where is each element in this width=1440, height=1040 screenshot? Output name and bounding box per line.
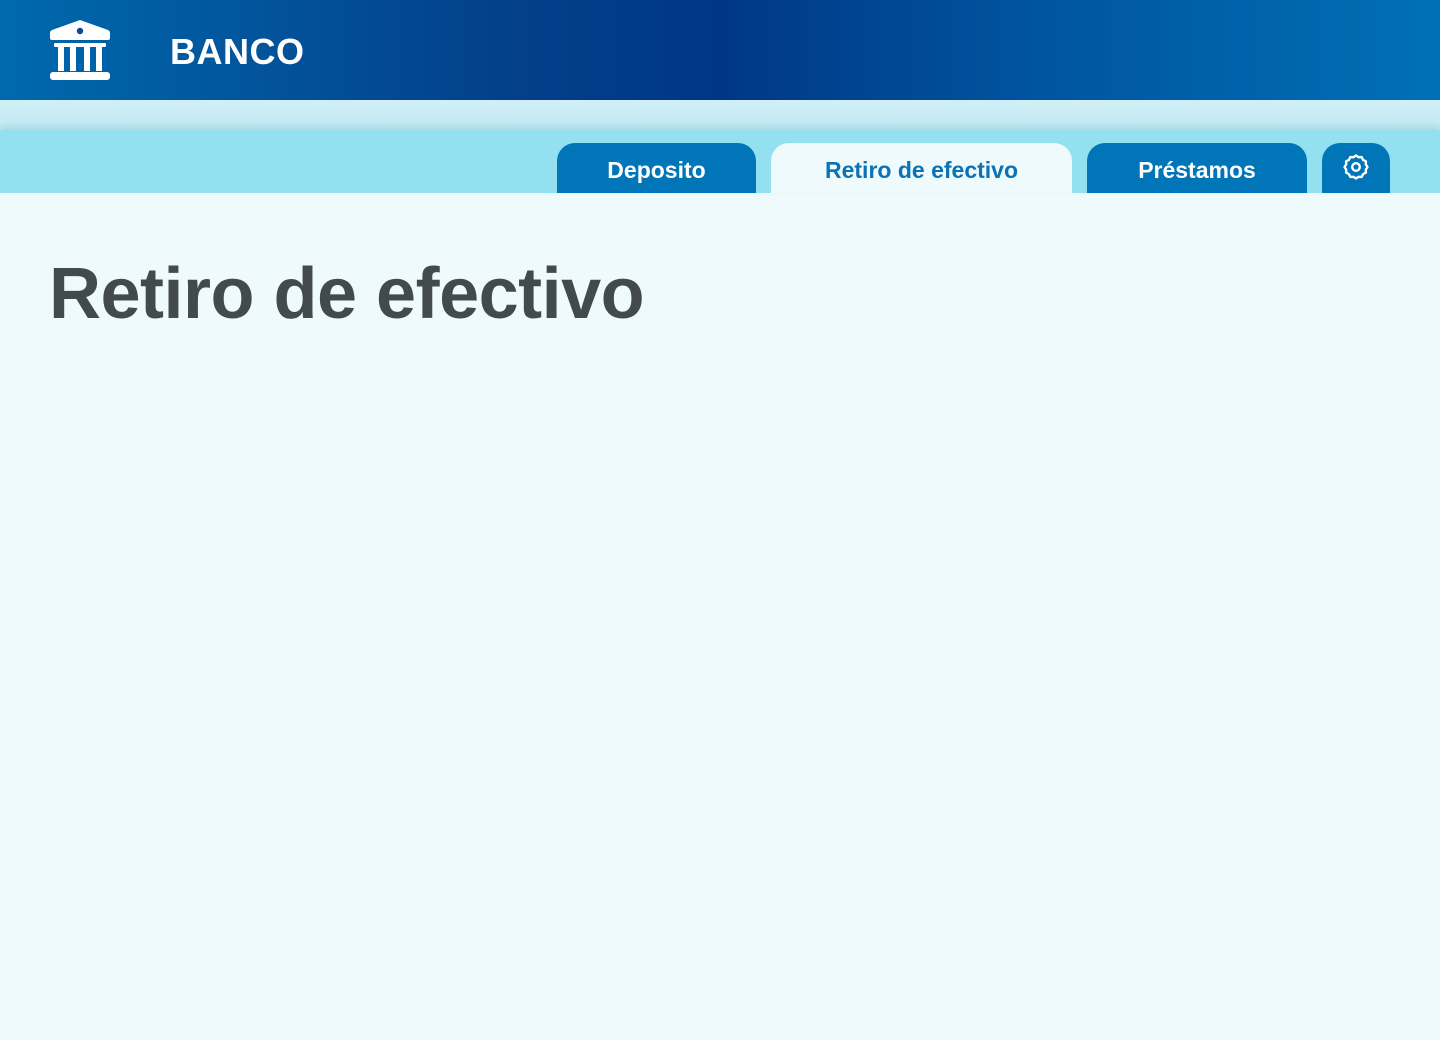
app-root: BANCO Deposito Retiro de efectivo Présta… <box>0 0 1440 1040</box>
tab-label: Préstamos <box>1138 156 1256 183</box>
settings-button[interactable] <box>1322 143 1390 193</box>
bank-building-icon[interactable] <box>50 20 110 80</box>
header-band <box>0 100 1440 130</box>
app-header: BANCO <box>0 0 1440 100</box>
page-title: Retiro de efectivo <box>49 254 645 334</box>
tab-label: Retiro de efectivo <box>825 156 1018 183</box>
tab-label: Deposito <box>607 156 706 183</box>
brand-name: BANCO <box>170 31 305 72</box>
main-nav: Deposito Retiro de efectivo Préstamos <box>0 130 1440 193</box>
gear-icon <box>1343 154 1369 180</box>
tab-retiro-de-efectivo[interactable]: Retiro de efectivo <box>771 143 1072 193</box>
tab-deposito[interactable]: Deposito <box>557 143 756 193</box>
tab-prestamos[interactable]: Préstamos <box>1087 143 1307 193</box>
